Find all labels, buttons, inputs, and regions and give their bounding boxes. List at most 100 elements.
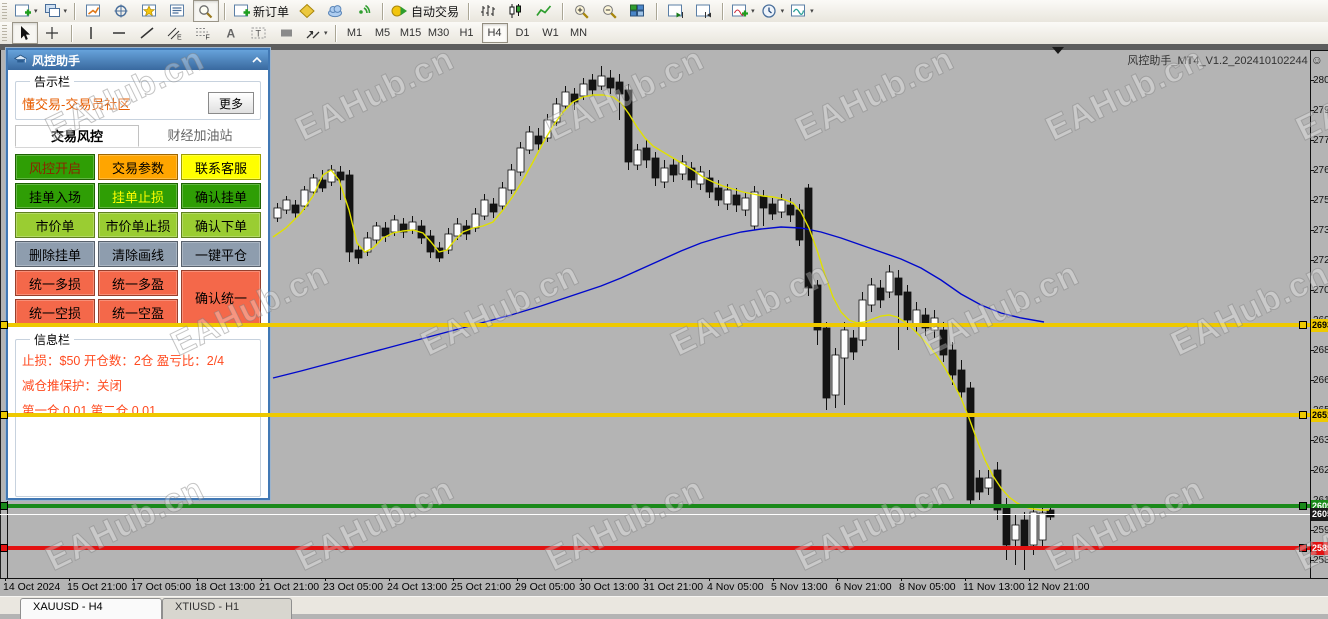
timeframe-m15[interactable]: M15: [398, 23, 424, 43]
price-tick-label: 2681: [1313, 345, 1328, 356]
candlestick-chart-icon[interactable]: [503, 0, 529, 22]
panel-button[interactable]: 统一多盈: [98, 270, 178, 296]
tile-windows-icon[interactable]: [625, 0, 651, 22]
line-chart-icon[interactable]: [531, 0, 557, 22]
panel-button[interactable]: 统一空盈: [98, 299, 178, 325]
text-tool[interactable]: A: [218, 22, 244, 44]
panel-tab-2[interactable]: 财经加油站: [139, 125, 261, 147]
auto-scroll-icon[interactable]: [663, 0, 689, 22]
symbol-tab-2[interactable]: XTIUSD - H1: [162, 598, 292, 619]
trendline-tool[interactable]: [134, 22, 160, 44]
price-tick-label: 2737: [1313, 225, 1328, 236]
date-label: 23 Oct 05:00: [323, 581, 384, 593]
panel-button[interactable]: 市价单止损: [98, 212, 178, 238]
indicators-icon[interactable]: ▾: [729, 0, 757, 22]
timeframe-m30[interactable]: M30: [426, 23, 452, 43]
date-label: 11 Nov 13:00: [963, 581, 1025, 593]
info-line: 第一仓 0.01 第二仓 0.01: [22, 404, 157, 418]
zoom-in-icon[interactable]: [569, 0, 595, 22]
panel-button[interactable]: 交易参数: [98, 154, 178, 180]
panel-button[interactable]: 确认挂单: [181, 183, 261, 209]
more-button[interactable]: 更多: [208, 92, 254, 114]
panel-button[interactable]: 删除挂单: [15, 241, 95, 267]
date-label: 12 Nov 21:00: [1027, 581, 1090, 593]
toolbar-grip[interactable]: [2, 25, 7, 41]
date-label: 5 Nov 13:00: [771, 581, 828, 593]
zoom-out-icon[interactable]: [597, 0, 623, 22]
timeframe-mn[interactable]: MN: [566, 23, 592, 43]
price-tick-label: 2709: [1313, 285, 1328, 296]
target-line-1-price-label: 2693: [1311, 319, 1328, 332]
toolbar-grip[interactable]: [2, 3, 7, 19]
time-axis[interactable]: 14 Oct 2024 15 Oct 21:00 17 Oct 05:00 18 Oc…: [0, 578, 1328, 596]
shapes-tool[interactable]: [274, 22, 300, 44]
new-order-icon[interactable]: 新订单: [231, 0, 293, 22]
symbol-tab-1[interactable]: XAUUSD - H4: [20, 598, 162, 619]
target-line-1-anchor[interactable]: [1299, 321, 1307, 329]
periods-icon[interactable]: ▾: [759, 0, 787, 22]
entry-line[interactable]: [0, 504, 1310, 508]
panel-button[interactable]: 确认统一: [181, 270, 261, 325]
panel-button[interactable]: 清除画线: [98, 241, 178, 267]
entry-line-anchor[interactable]: [0, 502, 8, 510]
new-chart-icon[interactable]: ▾: [12, 0, 40, 22]
collapse-button[interactable]: [252, 56, 262, 64]
target-line-2-anchor[interactable]: [0, 411, 8, 419]
panel-button[interactable]: 挂单止损: [98, 183, 178, 209]
target-line-2-anchor[interactable]: [1299, 411, 1307, 419]
entry-line-anchor[interactable]: [1299, 502, 1307, 510]
panel-button[interactable]: 统一空损: [15, 299, 95, 325]
vertical-line-object[interactable]: [7, 500, 8, 578]
panel-tabs: 交易风控 财经加油站: [15, 125, 261, 148]
chart-shift-marker[interactable]: [1052, 47, 1064, 54]
target-line-1[interactable]: [0, 323, 1310, 327]
panel-button[interactable]: 挂单入场: [15, 183, 95, 209]
timeframe-m1[interactable]: M1: [342, 23, 368, 43]
market-watch-icon[interactable]: [81, 0, 107, 22]
panel-titlebar[interactable]: 风控助手: [8, 50, 268, 70]
templates-icon[interactable]: ▾: [788, 0, 816, 22]
timeframe-d1[interactable]: D1: [510, 23, 536, 43]
timeframe-h1[interactable]: H1: [454, 23, 480, 43]
panel-button[interactable]: 市价单: [15, 212, 95, 238]
arrows-tool[interactable]: ▾: [302, 22, 330, 44]
price-tick: [1310, 230, 1314, 231]
data-window-icon[interactable]: [109, 0, 135, 22]
timeframe-h4[interactable]: H4: [481, 23, 508, 43]
panel-button[interactable]: 联系客服: [181, 154, 261, 180]
crosshair-tool[interactable]: [40, 22, 66, 44]
target-line-2[interactable]: [0, 413, 1310, 417]
stoploss-line-anchor[interactable]: [1299, 544, 1307, 552]
terminal-icon[interactable]: [165, 0, 191, 22]
current-price-line[interactable]: [0, 514, 1310, 515]
autotrading-icon[interactable]: 自动交易: [389, 0, 463, 22]
date-label: 4 Nov 05:00: [707, 581, 764, 593]
signals-icon[interactable]: [351, 0, 377, 22]
search-icon[interactable]: [193, 0, 220, 22]
price-tick: [1310, 200, 1314, 201]
panel-button[interactable]: 确认下单: [181, 212, 261, 238]
navigator-icon[interactable]: [137, 0, 163, 22]
bar-chart-icon[interactable]: [475, 0, 501, 22]
chart-shift-icon[interactable]: [691, 0, 717, 22]
equidistant-channel-tool[interactable]: E: [162, 22, 188, 44]
cloud-icon[interactable]: [323, 0, 349, 22]
cursor-tool[interactable]: [12, 22, 38, 44]
fibonacci-tool[interactable]: F: [190, 22, 216, 44]
panel-button[interactable]: 统一多损: [15, 270, 95, 296]
target-line-1-anchor[interactable]: [0, 321, 8, 329]
text-label-tool[interactable]: T: [246, 22, 272, 44]
horizontal-line-tool[interactable]: [106, 22, 132, 44]
panel-tab-1[interactable]: 交易风控: [15, 125, 139, 147]
price-tick-label: 2667: [1313, 375, 1328, 386]
timeframe-w1[interactable]: W1: [538, 23, 564, 43]
panel-button[interactable]: 风控开启: [15, 154, 95, 180]
stoploss-line-anchor[interactable]: [0, 544, 8, 552]
timeframe-m5[interactable]: M5: [370, 23, 396, 43]
chart-profiles-icon[interactable]: ▾: [42, 0, 70, 22]
community-link[interactable]: 懂交易-交易员社区: [22, 94, 130, 113]
vertical-line-tool[interactable]: [78, 22, 104, 44]
stoploss-line[interactable]: [0, 546, 1310, 550]
panel-button[interactable]: 一键平仓: [181, 241, 261, 267]
metaeditor-icon[interactable]: [295, 0, 321, 22]
